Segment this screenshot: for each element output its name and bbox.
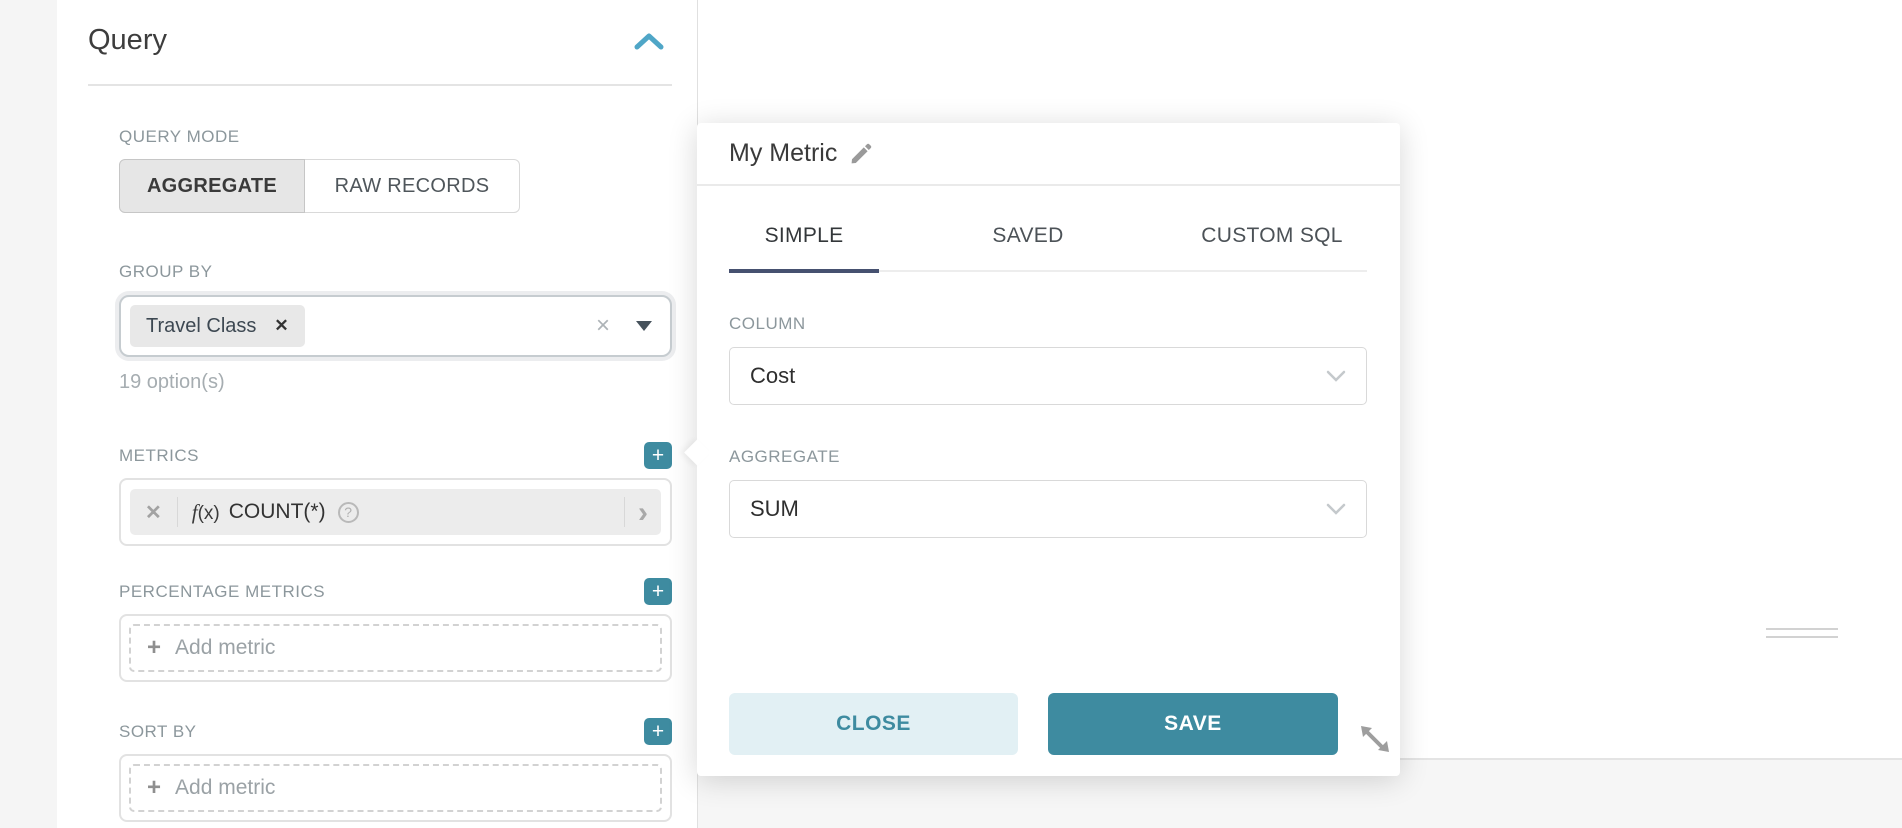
metrics-label: METRICS xyxy=(119,446,199,466)
tab-custom-sql[interactable]: CUSTOM SQL xyxy=(1177,224,1367,248)
select-clear-icon[interactable]: × xyxy=(596,314,610,338)
metric-title: My Metric xyxy=(729,139,837,168)
percentage-metrics-add-button[interactable]: + xyxy=(644,578,672,605)
metric-expand-chevron-icon[interactable]: › xyxy=(625,499,661,526)
sort-by-add-area[interactable]: + Add metric xyxy=(129,764,662,812)
query-control-panel: Query QUERY MODE AGGREGATE RAW RECORDS G… xyxy=(57,0,698,828)
group-by-tag-label: Travel Class xyxy=(146,315,256,338)
edit-pencil-icon[interactable] xyxy=(849,142,873,166)
query-mode-segmented: AGGREGATE RAW RECORDS xyxy=(119,159,520,213)
metric-pill-count[interactable]: ✕ f(x) COUNT(*) ? › xyxy=(130,489,661,535)
percentage-metrics-control: PERCENTAGE METRICS + + Add metric xyxy=(119,578,672,682)
select-caret-down-icon[interactable] xyxy=(636,321,652,331)
metrics-add-button[interactable]: + xyxy=(644,442,672,469)
column-label: COLUMN xyxy=(729,314,1368,334)
metric-remove-icon[interactable]: ✕ xyxy=(130,500,177,525)
group-by-label: GROUP BY xyxy=(119,262,672,282)
help-circle-icon[interactable]: ? xyxy=(338,502,359,523)
percentage-metrics-label: PERCENTAGE METRICS xyxy=(119,582,325,602)
metrics-dropzone: ✕ f(x) COUNT(*) ? › xyxy=(119,478,672,546)
sort-by-label: SORT BY xyxy=(119,722,197,742)
column-select[interactable]: Cost xyxy=(729,347,1367,405)
add-metric-placeholder: Add metric xyxy=(175,776,275,800)
tab-saved[interactable]: SAVED xyxy=(953,224,1103,248)
save-button[interactable]: SAVE xyxy=(1048,693,1338,755)
resize-diagonal-icon[interactable] xyxy=(1358,723,1392,755)
chart-builder-screen: Query QUERY MODE AGGREGATE RAW RECORDS G… xyxy=(0,0,1902,828)
add-metric-placeholder: Add metric xyxy=(175,636,275,660)
group-by-select[interactable]: Travel Class ✕ × xyxy=(119,295,672,357)
group-by-options-hint: 19 option(s) xyxy=(119,371,672,394)
tab-simple[interactable]: SIMPLE xyxy=(729,224,879,248)
aggregate-select-value: SUM xyxy=(750,496,1326,522)
percentage-metrics-dropzone: + Add metric xyxy=(119,614,672,682)
metric-name: COUNT(*) xyxy=(229,500,326,524)
popover-header: My Metric xyxy=(697,123,1400,186)
group-by-tag: Travel Class ✕ xyxy=(130,305,305,347)
sort-by-control: SORT BY + + Add metric xyxy=(119,718,672,822)
sort-by-add-button[interactable]: + xyxy=(644,718,672,745)
select-chevron-down-icon xyxy=(1326,370,1346,382)
query-section-title: Query xyxy=(88,24,167,57)
query-mode-label: QUERY MODE xyxy=(119,127,672,147)
select-chevron-down-icon xyxy=(1326,503,1346,515)
query-header-divider xyxy=(88,84,672,86)
plus-icon: + xyxy=(147,776,161,800)
aggregate-label: AGGREGATE xyxy=(729,447,1368,467)
pill-divider xyxy=(177,497,178,527)
popover-footer: CLOSE SAVE xyxy=(729,693,1338,755)
panel-resize-handle[interactable] xyxy=(1766,628,1838,644)
close-button[interactable]: CLOSE xyxy=(729,693,1018,755)
popover-body: SIMPLE SAVED CUSTOM SQL COLUMN Cost AGGR… xyxy=(697,224,1400,538)
query-mode-raw-records-button[interactable]: RAW RECORDS xyxy=(305,159,520,213)
metric-editor-tabs: SIMPLE SAVED CUSTOM SQL xyxy=(729,224,1367,248)
aggregate-select[interactable]: SUM xyxy=(729,480,1367,538)
metric-editor-popover: My Metric SIMPLE SAVED CUSTOM SQL COLUMN… xyxy=(697,123,1400,776)
query-section-header[interactable]: Query xyxy=(88,24,672,57)
collapse-chevron-up-icon[interactable] xyxy=(634,32,664,50)
percentage-metrics-add-area[interactable]: + Add metric xyxy=(129,624,662,672)
left-gray-rail xyxy=(0,0,57,828)
query-mode-aggregate-button[interactable]: AGGREGATE xyxy=(119,159,305,213)
query-mode-control: QUERY MODE AGGREGATE RAW RECORDS xyxy=(119,127,672,213)
fx-icon: f(x) xyxy=(192,500,220,525)
metrics-control: METRICS + ✕ f(x) COUNT(*) ? › xyxy=(119,442,672,546)
column-select-value: Cost xyxy=(750,363,1326,389)
active-tab-ink-bar xyxy=(729,269,879,273)
plus-icon: + xyxy=(147,636,161,660)
tag-remove-icon[interactable]: ✕ xyxy=(274,316,288,336)
group-by-control: GROUP BY Travel Class ✕ × 19 option(s) xyxy=(119,262,672,394)
tab-underline-track xyxy=(729,270,1367,272)
sort-by-dropzone: + Add metric xyxy=(119,754,672,822)
